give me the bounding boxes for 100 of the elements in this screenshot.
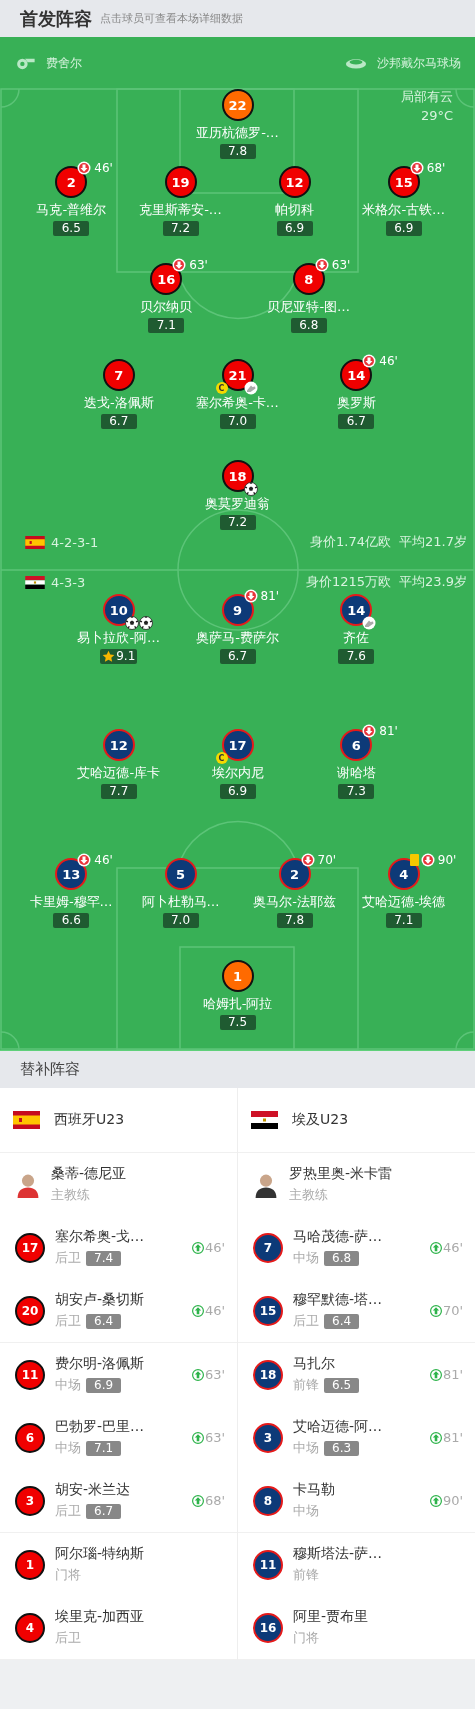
shirt-number[interactable]: 4 — [387, 858, 420, 890]
shirt-number[interactable]: 11 — [15, 1359, 45, 1390]
player-name[interactable]: 艾哈迈德-阿… — [293, 1418, 420, 1436]
substitution-minute: 81' — [442, 1430, 463, 1445]
player-name[interactable]: 米格尔-古铁… — [362, 201, 446, 219]
shirt-number[interactable]: 14 — [340, 359, 373, 391]
shirt-number[interactable]: 10 — [102, 594, 135, 626]
substitution-minute: 63' — [204, 1367, 225, 1382]
player-name[interactable]: 亚历杭德罗-… — [196, 124, 279, 142]
player-name[interactable]: 埃尔内尼 — [211, 764, 264, 782]
player-name[interactable]: 马哈茂德-萨… — [293, 1228, 420, 1246]
player-rating: 7.8 — [276, 913, 313, 928]
player-name[interactable]: 埃里克-加西亚 — [55, 1608, 225, 1626]
player-name[interactable]: 卡马勒 — [293, 1481, 420, 1499]
team-name: 西班牙U23 — [54, 1111, 125, 1129]
player-name[interactable]: 奥萨马-费萨尔 — [196, 629, 279, 647]
substitution-out-icon — [243, 589, 258, 603]
player-name[interactable]: 巴勃罗-巴里… — [55, 1418, 182, 1436]
player-name[interactable]: 贝尔纳贝 — [140, 298, 193, 316]
player-name[interactable]: 贝尼亚特-图… — [267, 298, 351, 316]
substitution-minute: 68' — [426, 161, 446, 175]
shirt-number[interactable]: 18 — [221, 460, 254, 492]
shirt-number[interactable]: 3 — [253, 1422, 283, 1453]
player-name[interactable]: 克里斯蒂安-… — [139, 201, 222, 219]
squad-value: 身价1215万欧 — [305, 573, 392, 591]
player-rating: 7.7 — [100, 784, 137, 799]
shirt-number[interactable]: 1 — [15, 1549, 45, 1580]
player-name[interactable]: 艾哈迈德-库卡 — [77, 764, 161, 782]
shirt-number[interactable]: 16 — [150, 263, 183, 295]
average-age: 平均21.7岁 — [399, 533, 467, 551]
player-name[interactable]: 卡里姆-穆罕… — [29, 893, 113, 911]
player-name[interactable]: 费尔明-洛佩斯 — [55, 1355, 182, 1373]
player-name[interactable]: 奥罗斯 — [336, 394, 376, 412]
player-rating: 6.5 — [324, 1377, 360, 1393]
substitution-minute: 68' — [204, 1493, 225, 1508]
shirt-number[interactable]: 4 — [15, 1612, 45, 1643]
player-name[interactable]: 奥莫罗迪翁 — [205, 495, 270, 513]
shirt-number[interactable]: 15 — [253, 1295, 283, 1326]
section-title: 替补阵容 — [20, 1060, 80, 1079]
coach-name[interactable]: 罗热里奥-米卡雷 — [289, 1165, 463, 1183]
shirt-number[interactable]: 7 — [102, 359, 135, 391]
player-name[interactable]: 马克-普维尔 — [36, 201, 107, 219]
player-rating: 6.7 — [219, 649, 256, 664]
substitution-out-icon — [362, 724, 377, 738]
shirt-number[interactable]: 9 — [221, 594, 254, 626]
player-name[interactable]: 迭戈-洛佩斯 — [83, 394, 154, 412]
shirt-number[interactable]: 11 — [253, 1549, 283, 1580]
player-name[interactable]: 穆斯塔法-萨… — [293, 1545, 463, 1563]
player-name[interactable]: 塞尔希奥-戈… — [55, 1228, 182, 1246]
player-name[interactable]: 奥马尔-法耶兹 — [253, 893, 336, 911]
shirt-number[interactable]: 14 — [340, 594, 373, 626]
shirt-number[interactable]: 5 — [164, 858, 197, 890]
player-name[interactable]: 塞尔希奥-卡… — [196, 394, 279, 412]
substitution-minute: 90' — [442, 1493, 463, 1508]
shirt-number[interactable]: 13 — [55, 858, 88, 890]
shirt-number[interactable]: 19 — [164, 166, 197, 198]
shirt-number[interactable]: 22 — [221, 89, 254, 121]
player-name[interactable]: 胡安-米兰达 — [55, 1481, 182, 1499]
shirt-number[interactable]: 7 — [253, 1232, 283, 1263]
shirt-number[interactable]: 2 — [278, 858, 311, 890]
player-name[interactable]: 阿卜杜勒马… — [141, 893, 220, 911]
shirt-number[interactable]: 12 — [102, 729, 135, 761]
player-name[interactable]: 阿里-贾布里 — [293, 1608, 463, 1626]
player-name[interactable]: 胡安卢-桑切斯 — [55, 1291, 182, 1309]
player-name[interactable]: 谢哈塔 — [336, 764, 376, 782]
shirt-number[interactable]: 17 — [15, 1232, 45, 1263]
substitution-minute: 90' — [437, 853, 457, 867]
player-name[interactable]: 阿尔瑙-特纳斯 — [55, 1545, 225, 1563]
formation: 4-2-3-1 — [51, 534, 99, 550]
shirt-number[interactable]: 12 — [278, 166, 311, 198]
player-name[interactable]: 帕切科 — [275, 201, 314, 219]
shirt-number[interactable]: 16 — [253, 1612, 283, 1643]
player-name[interactable]: 穆罕默德-塔… — [293, 1291, 420, 1309]
substitution-in-icon — [191, 1368, 204, 1381]
player-name[interactable]: 艾哈迈德-埃德 — [362, 893, 446, 911]
shirt-number[interactable]: 15 — [387, 166, 420, 198]
player-position: 后卫 — [55, 1249, 81, 1267]
weather-condition: 局部有云 — [401, 88, 453, 106]
player-rating: 6.8 — [324, 1250, 360, 1266]
shirt-number[interactable]: 18 — [253, 1359, 283, 1390]
substitution-out-icon — [409, 161, 424, 175]
shirt-number[interactable]: 6 — [15, 1422, 45, 1453]
player-name[interactable]: 易卜拉欣-阿… — [77, 629, 161, 647]
shirt-number[interactable]: 3 — [15, 1485, 45, 1516]
shirt-number[interactable]: 1 — [221, 960, 254, 992]
player-name[interactable]: 马扎尔 — [293, 1355, 420, 1373]
temperature: 29°C — [420, 108, 453, 123]
player-position: 中场 — [293, 1439, 319, 1457]
shirt-number[interactable]: 8 — [292, 263, 325, 295]
shirt-number[interactable]: 6 — [340, 729, 373, 761]
shirt-number[interactable]: 8 — [253, 1485, 283, 1516]
coach-name[interactable]: 桑蒂-德尼亚 — [51, 1165, 225, 1183]
player-position: 门将 — [55, 1566, 81, 1584]
shirt-number[interactable]: 2 — [55, 166, 88, 198]
player-name[interactable]: 齐佐 — [343, 629, 370, 647]
substitution-minute: 70' — [317, 853, 337, 867]
shirt-number[interactable]: 20 — [15, 1295, 45, 1326]
substitution-minute: 46' — [204, 1240, 225, 1255]
player-rating: 7.2 — [162, 221, 199, 236]
player-name[interactable]: 哈姆扎-阿拉 — [202, 995, 273, 1013]
